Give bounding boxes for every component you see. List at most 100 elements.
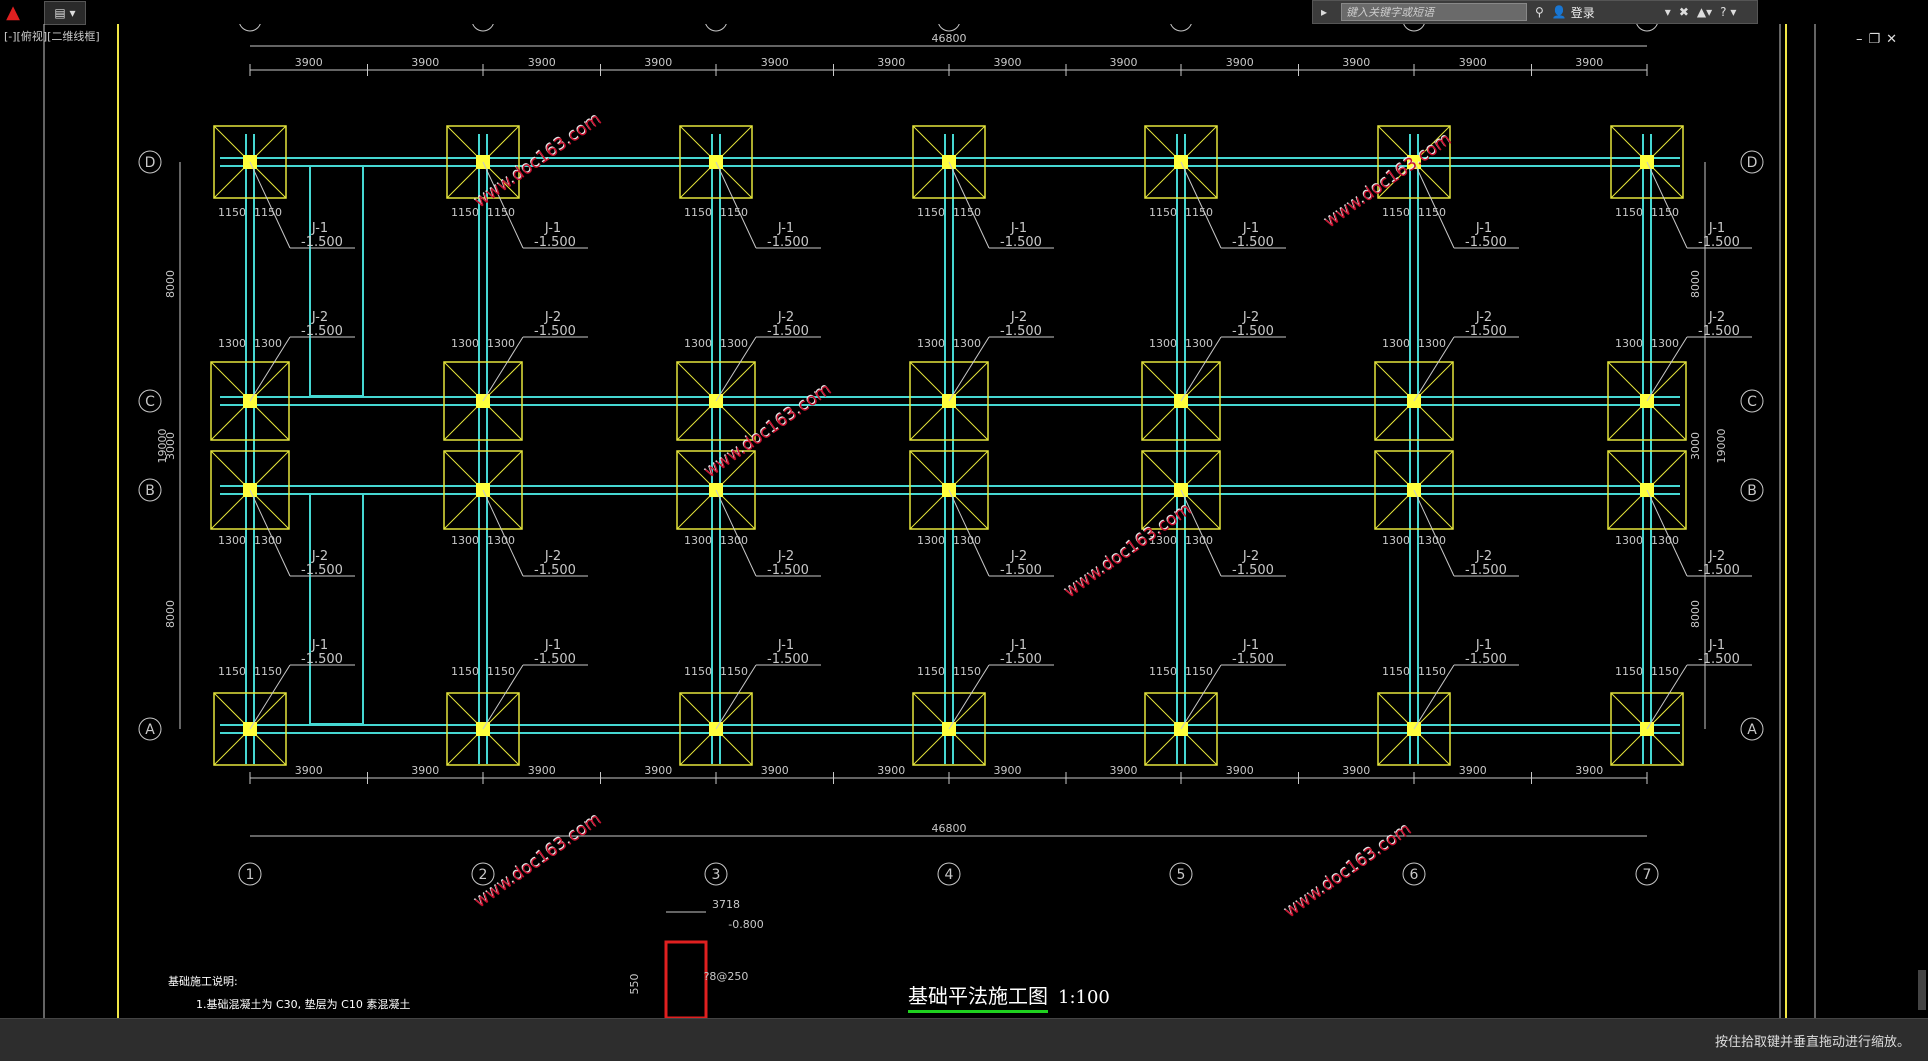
grid-bubble — [705, 24, 727, 32]
footing-label: J-1 — [544, 221, 561, 236]
leader-line — [249, 489, 291, 577]
footing-label: J-1 — [1010, 221, 1027, 236]
footing-label: J-1 — [1475, 638, 1492, 653]
footing-dim: 1150 — [1185, 206, 1213, 219]
dimension-text: 46800 — [932, 32, 967, 45]
watermark: www.doc163.com — [471, 110, 606, 213]
footing-dim: 1300 — [451, 337, 479, 350]
footing-dim: 1300 — [254, 337, 282, 350]
notes-title: 基础施工说明: — [168, 975, 238, 988]
grid-bubble — [1170, 24, 1192, 32]
dimension-text: 3900 — [761, 764, 789, 777]
expand-arrow-icon[interactable]: ▸ — [1321, 5, 1327, 19]
dimension-text: 3900 — [1459, 56, 1487, 69]
binoculars-icon[interactable]: ⚲ — [1535, 5, 1544, 19]
footing-dim: 1150 — [487, 206, 515, 219]
grid-bubble — [472, 24, 494, 32]
footing-label: J-1 — [1242, 638, 1259, 653]
notes-line: 1.基础混凝土为 C30, 垫层为 C10 素混凝土 — [196, 998, 411, 1011]
footing-dim: 1300 — [684, 337, 712, 350]
grid-label: B — [1747, 483, 1757, 499]
footing-label: J-2 — [1475, 310, 1492, 325]
grid-label: 6 — [1410, 867, 1419, 883]
footing-dim: 1300 — [917, 337, 945, 350]
grid-bubble — [239, 24, 261, 32]
grid-label: C — [145, 394, 155, 410]
dimension-text: 3900 — [1575, 764, 1603, 777]
section-dim: 3718 — [712, 898, 740, 911]
footing-dim: 1150 — [953, 206, 981, 219]
footing-dim: 1150 — [254, 206, 282, 219]
footing-dim: 1150 — [451, 665, 479, 678]
section-height: 550 — [628, 974, 641, 995]
dimension-text: 3000 — [1689, 432, 1702, 460]
footing-dim: 1300 — [1615, 534, 1643, 547]
footing-dim: 1150 — [451, 206, 479, 219]
drawing-title: 基础平法施工图 1:100 — [908, 980, 1110, 1013]
beam-panel — [309, 493, 364, 725]
scrollbar[interactable] — [1918, 970, 1926, 1010]
footing-dim: 1300 — [218, 337, 246, 350]
chevron-down-icon[interactable]: ▾ — [1665, 5, 1671, 19]
footing-dim: 1300 — [1382, 534, 1410, 547]
dimension-text: 19000 — [1715, 429, 1728, 464]
footing-dim: 1300 — [1185, 337, 1213, 350]
footing-dim: 1150 — [1418, 665, 1446, 678]
app-logo-icon[interactable]: ▲ — [0, 1, 26, 23]
footing-label: J-2 — [777, 310, 794, 325]
drawing-canvas[interactable]: J-1-1.5001150 1150J-1-1.5001150 1150J-1-1.… — [0, 24, 1928, 1018]
help-icon[interactable]: ? ▾ — [1720, 5, 1736, 19]
footing-dim: 1150 — [218, 206, 246, 219]
status-text: 按住拾取键并垂直拖动进行缩放。 — [1714, 1035, 1910, 1050]
footing-dim: 1150 — [218, 665, 246, 678]
footing-dim: 1150 — [1382, 206, 1410, 219]
watermark: www.doc163.com — [1061, 500, 1196, 603]
footing-dim: 1150 — [1149, 206, 1177, 219]
leader-line — [1646, 489, 1688, 577]
dimension-text: 3900 — [528, 56, 556, 69]
footing-dim: 1300 — [254, 534, 282, 547]
watermark: www.doc163.com — [1281, 820, 1416, 923]
footing-label: J-2 — [1242, 549, 1259, 564]
footing-label: J-2 — [1010, 549, 1027, 564]
leader-line — [1646, 161, 1688, 249]
footing-dim: 1300 — [1418, 534, 1446, 547]
footing-label: J-1 — [777, 221, 794, 236]
section-elev: -0.800 — [728, 918, 763, 931]
quick-access-button[interactable]: ▤ ▾ — [44, 1, 86, 25]
watermark: www.doc163.com — [471, 810, 606, 913]
footing-label: J-1 — [777, 638, 794, 653]
search-input[interactable] — [1341, 3, 1528, 21]
autodesk-icon[interactable]: ▲▾ — [1697, 5, 1712, 19]
dimension-text: 3900 — [295, 764, 323, 777]
footing-dim: 1300 — [1149, 337, 1177, 350]
footing-label: J-2 — [311, 549, 328, 564]
grid-label: A — [1747, 722, 1757, 738]
dimension-text: 3900 — [761, 56, 789, 69]
grid-label: 4 — [945, 867, 954, 883]
leader-line — [1413, 161, 1455, 249]
dimension-text: 3900 — [1226, 56, 1254, 69]
section-rebar: ?8@250 — [704, 970, 749, 983]
footing-label: J-2 — [1708, 310, 1725, 325]
dimension-text: 3900 — [528, 764, 556, 777]
grid-label: D — [145, 155, 156, 171]
dimension-text: 3900 — [644, 764, 672, 777]
login-label[interactable]: 登录 — [1571, 4, 1595, 21]
leader-line — [715, 161, 757, 249]
user-icon[interactable]: 👤 — [1552, 5, 1567, 19]
dimension-text: 3900 — [1110, 56, 1138, 69]
grid-label: 3 — [712, 867, 721, 883]
footing-label: J-1 — [1242, 221, 1259, 236]
footing-dim: 1150 — [917, 665, 945, 678]
footing-label: J-1 — [311, 638, 328, 653]
exchange-icon[interactable]: ✖ — [1679, 5, 1689, 19]
footing-dim: 1300 — [1185, 534, 1213, 547]
footing-dim: 1300 — [487, 337, 515, 350]
dimension-text: 3900 — [411, 56, 439, 69]
footing-dim: 1150 — [720, 665, 748, 678]
footing-dim: 1300 — [953, 337, 981, 350]
footing-label: J-2 — [1708, 549, 1725, 564]
leader-line — [715, 489, 757, 577]
beam-panel — [309, 165, 364, 397]
